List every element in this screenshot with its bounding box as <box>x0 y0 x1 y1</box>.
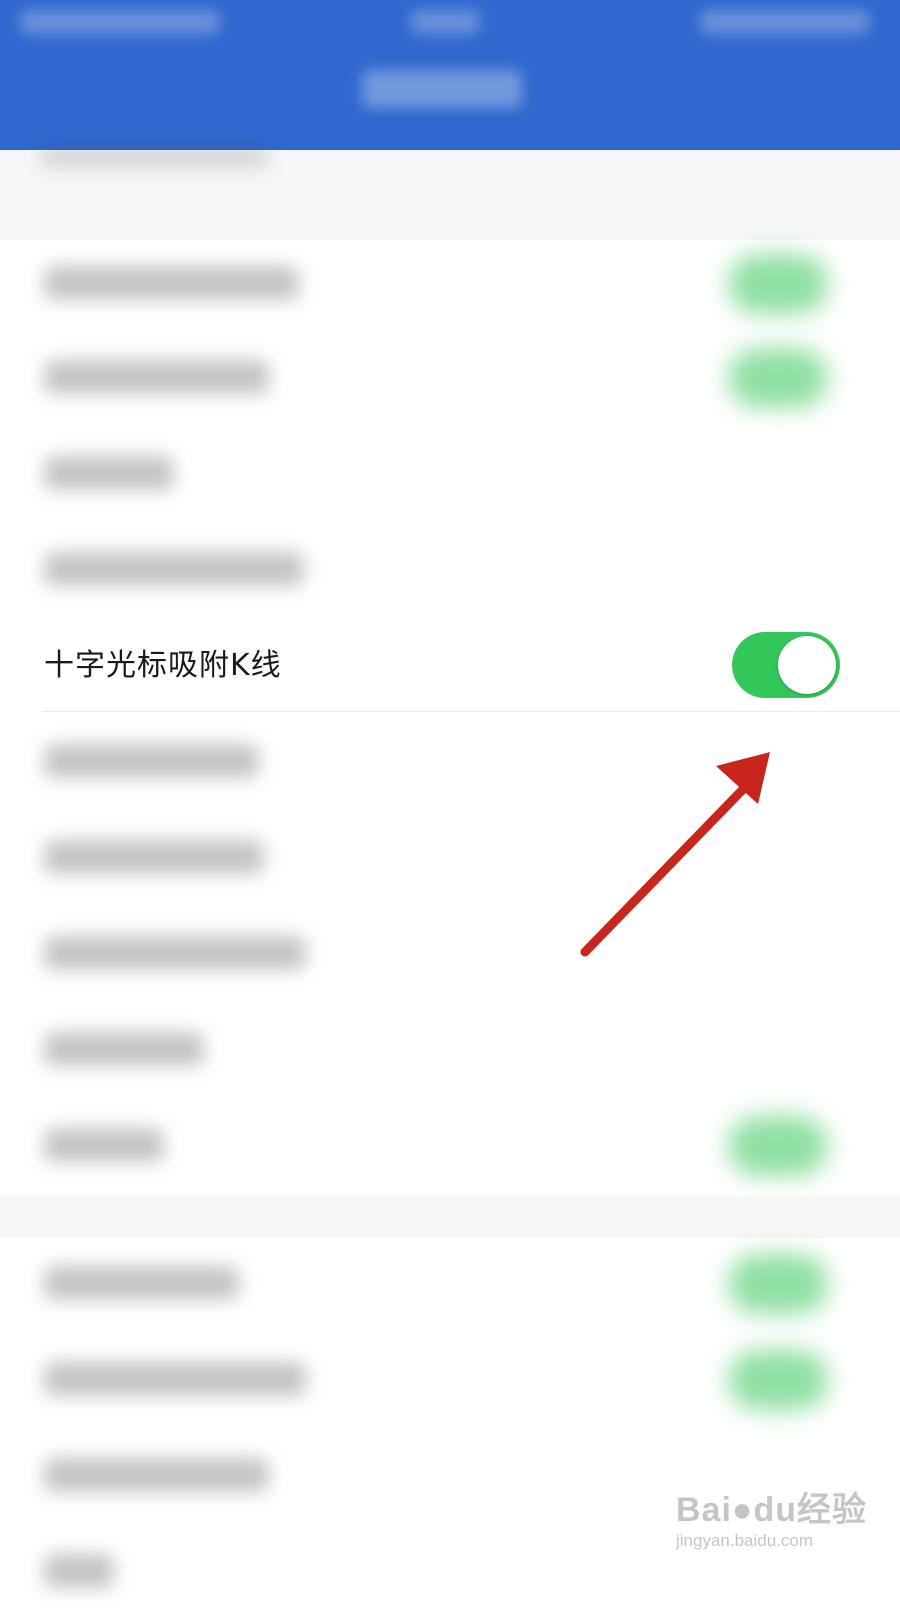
toggle-switch[interactable] <box>732 632 840 698</box>
settings-row-blurred[interactable] <box>0 1236 900 1332</box>
toggle-switch-blurred[interactable] <box>728 348 828 408</box>
settings-row-blurred[interactable] <box>0 810 900 906</box>
paw-icon: ● <box>731 1491 754 1529</box>
toggle-switch-blurred[interactable] <box>728 1254 828 1314</box>
status-bar-right-blurred <box>700 10 870 34</box>
settings-row-blurred[interactable] <box>0 426 900 522</box>
setting-label: 十字光标吸附K线 <box>44 648 282 683</box>
settings-row-blurred[interactable] <box>0 906 900 1002</box>
settings-row-blurred[interactable] <box>0 1098 900 1194</box>
page-title-blurred <box>362 70 522 108</box>
settings-row-blurred[interactable] <box>0 330 900 426</box>
settings-row-blurred[interactable] <box>0 236 900 332</box>
toggle-knob <box>778 636 836 694</box>
watermark-logo: Bai●du经验 <box>676 1490 876 1530</box>
section-gap <box>0 1196 900 1238</box>
settings-row-blurred[interactable] <box>0 714 900 810</box>
settings-row-crosshair-snap[interactable]: 十字光标吸附K线 <box>0 618 900 714</box>
settings-row-blurred[interactable] <box>0 522 900 618</box>
row-divider <box>42 711 900 712</box>
baidu-jingyan-watermark: Bai●du经验 jingyan.baidu.com <box>676 1490 876 1552</box>
status-bar-time-blurred <box>410 10 480 34</box>
toggle-switch-blurred[interactable] <box>728 254 828 314</box>
toggle-switch-blurred[interactable] <box>728 1116 828 1176</box>
status-bar-left-blurred <box>20 10 220 34</box>
watermark-brand-suffix: du经验 <box>753 1491 868 1529</box>
watermark-url: jingyan.baidu.com <box>676 1531 814 1550</box>
settings-row-blurred[interactable] <box>0 1332 900 1428</box>
toggle-switch-blurred[interactable] <box>728 1350 828 1410</box>
watermark-brand: Bai <box>676 1491 732 1529</box>
settings-row-blurred[interactable] <box>0 1002 900 1098</box>
section-header-blurred <box>0 146 900 240</box>
